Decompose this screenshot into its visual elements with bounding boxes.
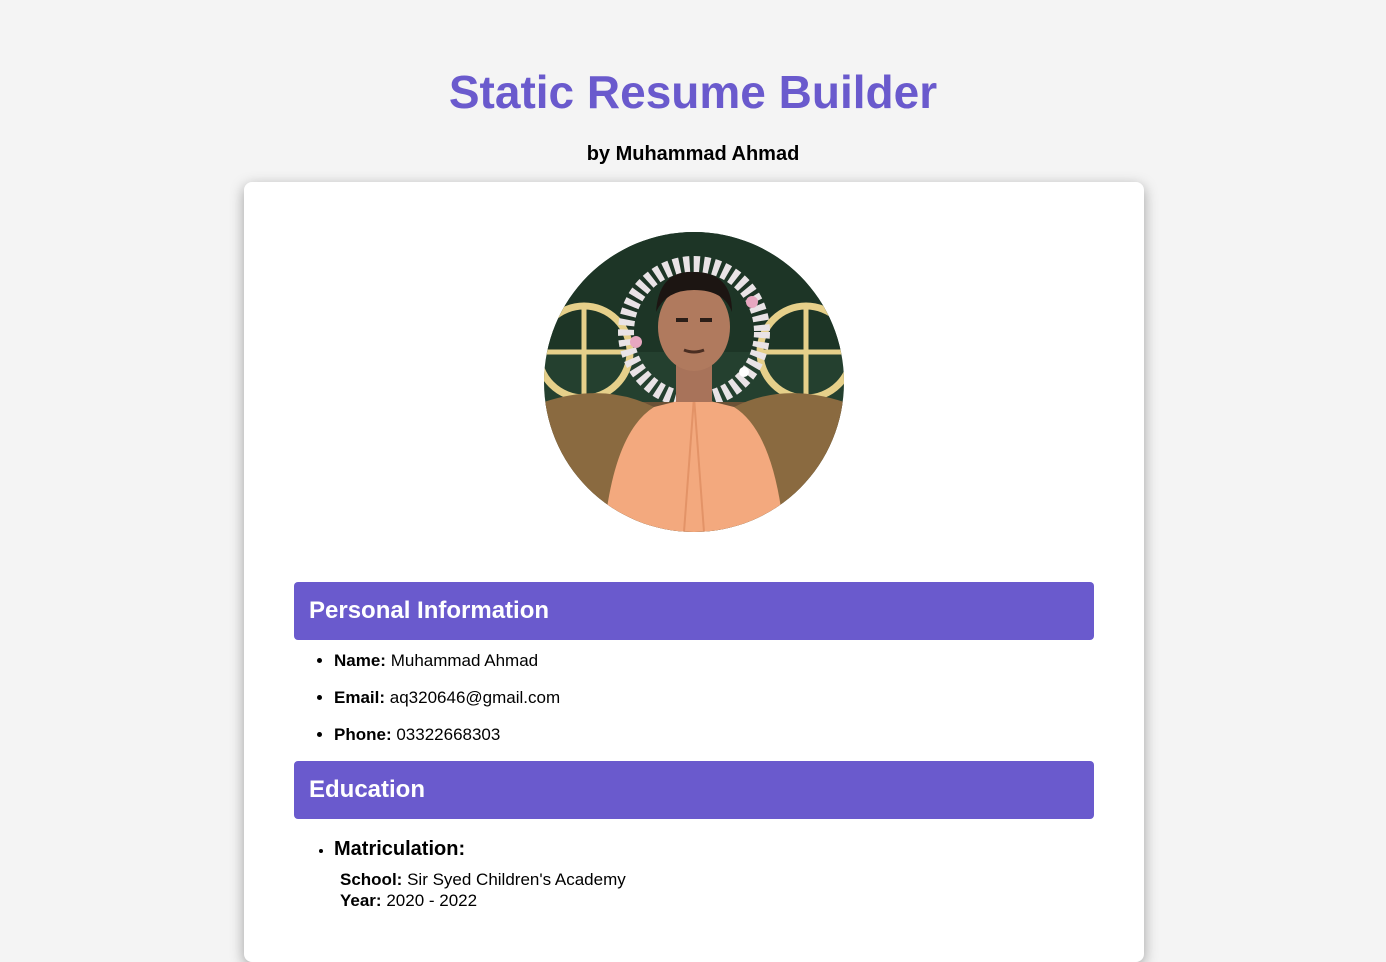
page-header: Static Resume Builder by Muhammad Ahmad [0, 0, 1386, 166]
personal-info-list: Name: Muhammad Ahmad Email: aq320646@gma… [294, 650, 1094, 745]
profile-photo-image [544, 232, 844, 532]
education-year: Year: 2020 - 2022 [340, 890, 1094, 911]
list-item-name: Name: Muhammad Ahmad [334, 650, 1094, 671]
email-value: aq320646@gmail.com [389, 688, 561, 707]
phone-label: Phone: [334, 725, 392, 744]
personal-information-heading: Personal Information [294, 582, 1094, 640]
education-school: School: Sir Syed Children's Academy [340, 869, 1094, 890]
resume-card: Personal Information Name: Muhammad Ahma… [244, 182, 1144, 962]
profile-photo [544, 232, 844, 532]
name-label: Name: [334, 651, 386, 670]
education-item-title: Matriculation: [334, 838, 466, 860]
page-subtitle: by Muhammad Ahmad [586, 143, 800, 165]
education-item: Matriculation: School: Sir Syed Children… [334, 829, 1094, 911]
school-value: Sir Syed Children's Academy [407, 870, 626, 889]
page-title: Static Resume Builder [448, 66, 938, 118]
education-heading: Education [294, 761, 1094, 819]
phone-value: 03322668303 [396, 725, 501, 744]
year-value: 2020 - 2022 [386, 891, 478, 910]
name-value: Muhammad Ahmad [390, 651, 539, 670]
year-label: Year: [340, 891, 382, 910]
school-label: School: [340, 870, 403, 889]
email-label: Email: [334, 688, 386, 707]
education-list: Matriculation: School: Sir Syed Children… [294, 829, 1094, 911]
list-item-phone: Phone: 03322668303 [334, 724, 1094, 745]
list-item-email: Email: aq320646@gmail.com [334, 687, 1094, 708]
